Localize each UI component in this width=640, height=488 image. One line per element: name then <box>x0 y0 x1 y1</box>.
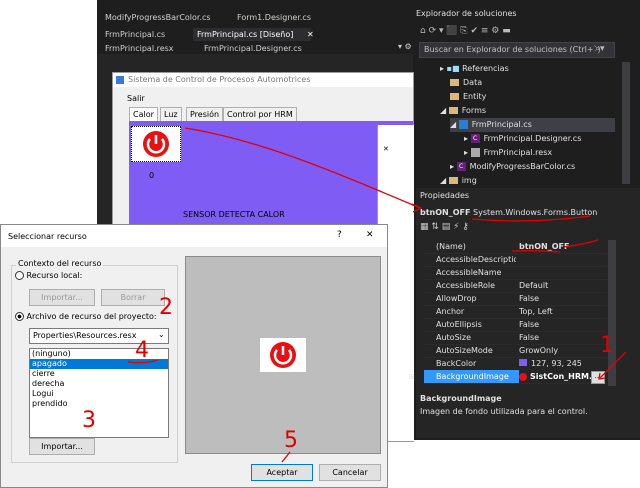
annotation-number-5: 5 <box>284 428 298 453</box>
annotation-underline <box>511 250 561 253</box>
annotation-arrow <box>281 451 291 463</box>
annotation-number-4: 4 <box>135 338 149 363</box>
annotation-arrow <box>184 127 421 209</box>
annotation-layer <box>127 127 627 463</box>
annotation-number-1: 1 <box>600 333 614 358</box>
annotation-underline <box>471 215 591 222</box>
annotation-arrowhead <box>411 203 423 213</box>
annotation-number-3: 3 <box>82 408 96 433</box>
annotation-number-2: 2 <box>159 295 173 320</box>
annotation-underline <box>563 239 599 248</box>
